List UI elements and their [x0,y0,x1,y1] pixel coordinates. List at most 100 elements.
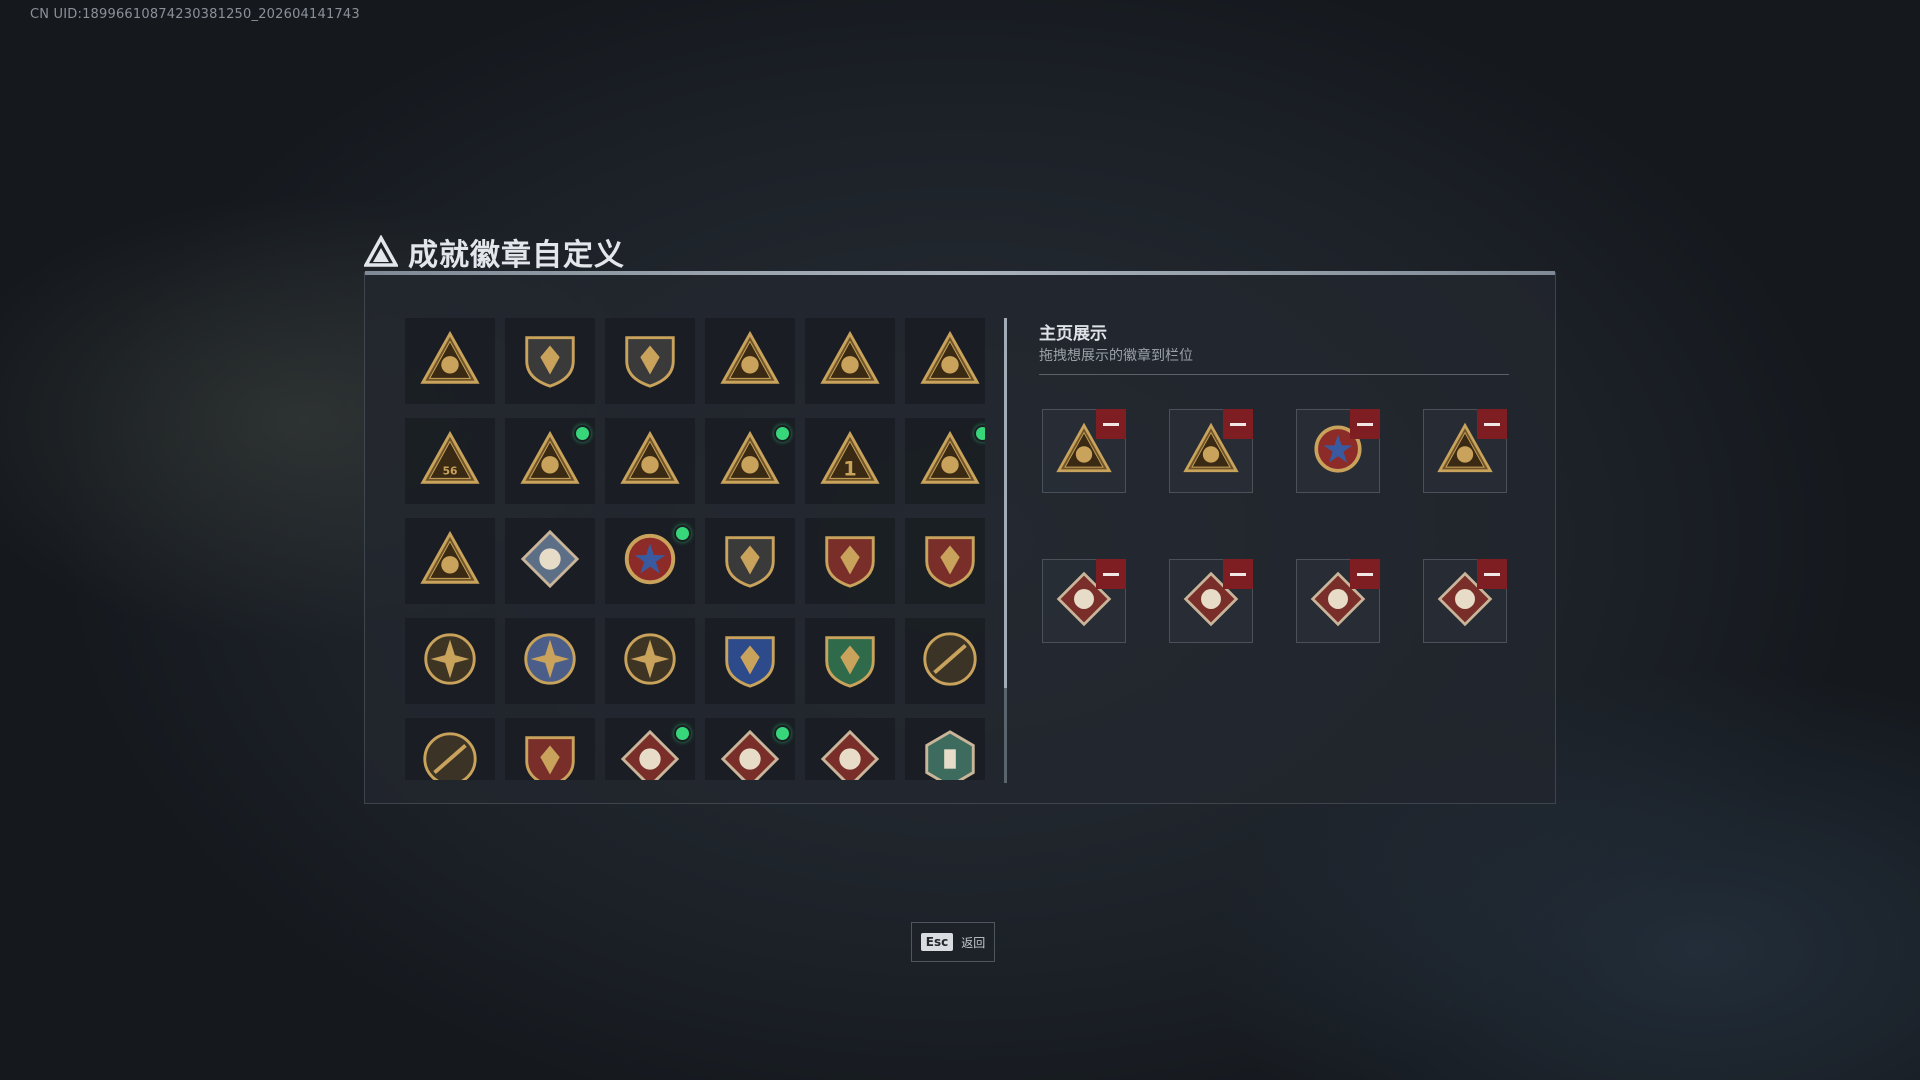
new-badge-dot-icon [774,725,791,742]
showcase-slot[interactable] [1296,559,1380,643]
badge-tile[interactable]: 56 [405,418,495,504]
badge-tile[interactable] [605,618,695,704]
uid-label: CN UID:18996610874230381250_202604141743 [30,7,360,22]
badge-tile[interactable] [905,418,985,504]
badge-tile[interactable] [605,718,695,780]
back-label: 返回 [961,935,986,950]
new-badge-dot-icon [674,725,691,742]
esc-key-hint: Esc [920,933,954,951]
badge-tile[interactable] [505,718,595,780]
showcase-slot[interactable] [1296,409,1380,493]
badge-tile[interactable] [905,318,985,404]
green-crest-badge-icon [919,528,981,594]
flask-55-triangle-badge-icon [919,328,981,394]
remove-badge-button[interactable] [1096,409,1126,439]
rocket-diamond-badge-icon [519,528,581,594]
delta-logo-icon [364,235,398,267]
badge-tile[interactable] [405,718,495,780]
remove-badge-button[interactable] [1350,409,1380,439]
helicopter-shield-badge-icon [519,328,581,394]
badge-tile[interactable] [505,318,595,404]
wolf-diamond-badge-icon [719,728,781,780]
crest-stars-badge-icon [819,528,881,594]
crate-triangle-badge-icon [919,428,981,494]
svg-text:1: 1 [843,457,856,480]
badge-tile[interactable] [405,618,495,704]
blue-emblem-badge-icon [519,628,581,694]
badge-tile[interactable] [905,518,985,604]
rifles-crest-badge-icon [519,728,581,780]
badge-tile[interactable] [605,418,695,504]
badge-tile[interactable] [705,418,795,504]
remove-badge-button[interactable] [1350,559,1380,589]
showcase-slot[interactable] [1042,409,1126,493]
showcase-slot[interactable] [1042,559,1126,643]
badge-tile[interactable] [505,418,595,504]
remove-badge-button[interactable] [1223,559,1253,589]
badge-tile[interactable] [505,518,595,604]
new-badge-dot-icon [574,425,591,442]
skull-triangle-badge-icon [519,428,581,494]
showcase-slot[interactable] [1423,559,1507,643]
badge-tile[interactable] [605,518,695,604]
56-triangle-badge-icon: 56 [419,428,481,494]
badge-tile[interactable] [905,718,985,780]
shield-triangle-badge-icon [419,328,481,394]
showcase-title: 主页展示 [1039,324,1107,344]
showcase-slot[interactable] [1169,559,1253,643]
new-badge-dot-icon [674,525,691,542]
remove-badge-button[interactable] [1477,409,1507,439]
minus-icon [1357,572,1373,576]
vehicle-triangle-badge-icon [819,328,881,394]
sniper-circle-badge-icon [419,728,481,780]
badge-grid[interactable]: 56 1 [405,318,985,780]
rifle-green-shield-badge-icon [819,628,881,694]
badge-tile[interactable] [805,718,895,780]
new-badge-dot-icon [774,425,791,442]
badge-tile[interactable] [805,518,895,604]
badge-tile[interactable]: 1 [805,418,895,504]
remove-badge-button[interactable] [1223,409,1253,439]
blade-shield-badge-icon [619,328,681,394]
remove-badge-button[interactable] [1096,559,1126,589]
minus-icon [1230,572,1246,576]
badge-tile[interactable] [805,318,895,404]
badge-tile[interactable] [705,318,795,404]
soldier-hex-badge-icon [919,728,981,780]
showcase-divider [1039,374,1509,375]
grid-scrollbar-thumb[interactable] [1004,318,1007,688]
wolf-diamond-badge-icon [619,728,681,780]
helmet-triangle-badge-icon [619,428,681,494]
badge-tile[interactable] [705,518,795,604]
minus-icon [1230,422,1246,426]
panel-top-bar [365,271,1555,275]
badge-tile[interactable] [505,618,595,704]
crosshair-skull-badge-icon [419,628,481,694]
badge-tile[interactable] [405,318,495,404]
badge-panel: 56 1 主页展示 拖拽想展示的徽章到栏位 [364,271,1556,804]
svg-text:56: 56 [443,465,458,478]
star-medal-badge-icon [619,528,681,594]
rifle-circle-badge-icon [919,628,981,694]
badge-tile[interactable] [705,718,795,780]
badge-tile[interactable] [905,618,985,704]
badge-tile[interactable] [605,318,695,404]
minus-icon [1484,572,1500,576]
badge-tile[interactable] [805,618,895,704]
showcase-slot[interactable] [1423,409,1507,493]
badge-tile[interactable] [405,518,495,604]
minus-icon [1357,422,1373,426]
minus-icon [1103,422,1119,426]
remove-badge-button[interactable] [1477,559,1507,589]
soldier-triangle-badge-icon [719,428,781,494]
new-badge-dot-icon [974,425,985,442]
number-one-triangle-badge-icon: 1 [819,428,881,494]
gear-triangle-badge-icon [719,328,781,394]
page-header: 成就徽章自定义 [364,230,625,274]
badge-tile[interactable] [705,618,795,704]
page-title: 成就徽章自定义 [408,238,625,273]
sniper-blue-shield-badge-icon [719,628,781,694]
wings-shield-badge-icon [719,528,781,594]
showcase-slot[interactable] [1169,409,1253,493]
back-button[interactable]: Esc 返回 [911,922,995,962]
